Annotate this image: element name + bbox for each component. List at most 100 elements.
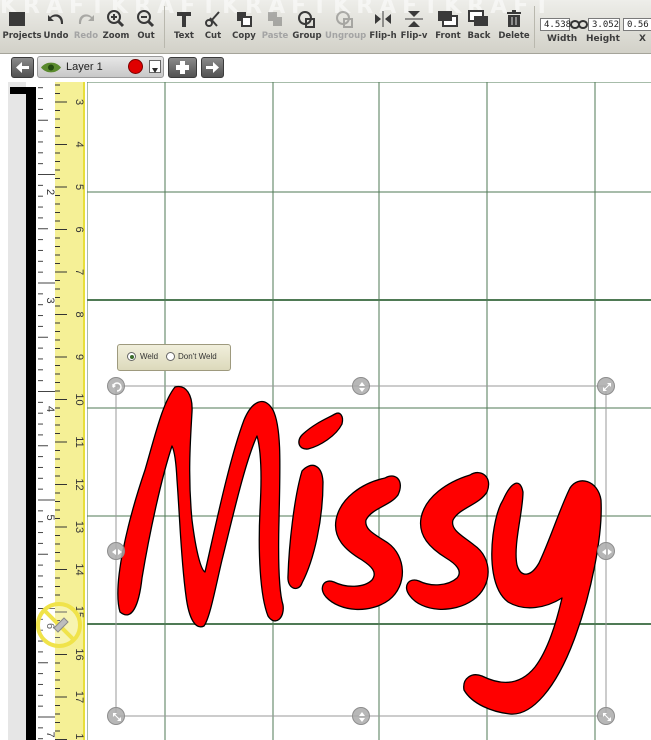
ruler-inch-label: 4 bbox=[44, 406, 56, 412]
height-input[interactable]: 3.052 bbox=[588, 18, 620, 31]
zoom-label: Zoom bbox=[102, 31, 130, 41]
paste-button[interactable]: Paste bbox=[260, 10, 290, 48]
x-input[interactable]: 0.56 bbox=[623, 18, 651, 31]
delete-button[interactable]: Delete bbox=[498, 10, 530, 48]
arrow-right-icon bbox=[206, 62, 219, 73]
flip-horizontal-button[interactable]: Flip-h bbox=[368, 10, 398, 48]
send-back-icon bbox=[468, 10, 488, 26]
flip-horizontal-icon bbox=[375, 11, 391, 27]
layer-name: Layer 1 bbox=[66, 61, 103, 73]
ungroup-button[interactable]: Ungroup bbox=[325, 10, 367, 48]
bring-front-button[interactable]: Front bbox=[433, 10, 463, 48]
chevron-down-icon bbox=[152, 68, 158, 73]
text-button[interactable]: Text bbox=[170, 10, 198, 48]
scissors-icon bbox=[205, 11, 220, 27]
undo-icon bbox=[48, 14, 64, 24]
projects-folder-icon bbox=[9, 12, 25, 26]
zoom-in-icon bbox=[107, 10, 125, 28]
ruler-cm-label: 16 bbox=[73, 648, 85, 660]
height-label: Height bbox=[586, 34, 620, 44]
ruler-cm-label: 3 bbox=[73, 99, 85, 105]
flip-v-label: Flip-v bbox=[400, 31, 428, 41]
ruler-cm-label: 14 bbox=[73, 563, 85, 575]
rotate-handle-top-left[interactable] bbox=[107, 377, 125, 395]
group-icon bbox=[298, 11, 315, 28]
next-layer-button[interactable] bbox=[201, 57, 224, 78]
plus-icon bbox=[176, 61, 189, 74]
ruler-cm-label: 4 bbox=[73, 141, 85, 147]
flip-vertical-icon bbox=[405, 11, 423, 27]
resize-handle-bottom-right[interactable] bbox=[597, 707, 615, 725]
dont-weld-radio[interactable] bbox=[166, 352, 175, 361]
redo-label: Redo bbox=[73, 31, 99, 41]
mat-grid bbox=[87, 82, 651, 740]
ungroup-icon bbox=[336, 11, 353, 28]
trash-icon bbox=[507, 10, 521, 27]
toolbar-separator bbox=[164, 6, 165, 48]
resize-diagonal-icon bbox=[603, 713, 611, 721]
ruler-cm-label: 18 bbox=[73, 733, 85, 740]
ruler-cm-label: 7 bbox=[73, 269, 85, 275]
redo-button[interactable]: Redo bbox=[71, 10, 101, 48]
arrow-vertical-icon bbox=[359, 712, 365, 722]
cut-button[interactable]: Cut bbox=[199, 10, 227, 48]
resize-diagonal-icon bbox=[603, 383, 611, 391]
bring-front-icon bbox=[438, 11, 458, 27]
eye-icon[interactable] bbox=[40, 61, 62, 74]
layer-color-swatch[interactable] bbox=[128, 59, 143, 74]
arrow-horizontal-icon bbox=[112, 549, 122, 555]
ruler-inch-label: 3 bbox=[44, 297, 56, 303]
toolbar-separator bbox=[534, 6, 535, 48]
projects-button[interactable]: y Projects bbox=[0, 10, 42, 48]
zoom-out-button[interactable]: Out bbox=[131, 10, 161, 48]
send-back-button[interactable]: Back bbox=[464, 10, 494, 48]
ruler-inch-label: 5 bbox=[44, 514, 56, 520]
ruler-cm-label: 11 bbox=[73, 436, 85, 447]
ungroup-label: Ungroup bbox=[325, 31, 367, 41]
width-input[interactable]: 4.538 bbox=[540, 18, 571, 31]
width-label: Width bbox=[547, 34, 578, 44]
copy-button[interactable]: Copy bbox=[229, 10, 259, 48]
zoom-in-button[interactable]: Zoom bbox=[101, 10, 131, 48]
arrow-vertical-icon bbox=[359, 382, 365, 392]
resize-handle-bottom[interactable] bbox=[352, 707, 370, 725]
toolbar: KRAFTKRAFTKRAFTKRAFTKRAFT y Projects Und… bbox=[0, 0, 651, 54]
ruler-cm-label: 5 bbox=[73, 184, 85, 190]
ruler-inch-label: 2 bbox=[44, 189, 56, 195]
resize-handle-top[interactable] bbox=[352, 377, 370, 395]
cut-label: Cut bbox=[204, 31, 222, 41]
layer-dropdown[interactable] bbox=[149, 60, 161, 73]
ruler-cm-label: 17 bbox=[73, 691, 85, 703]
resize-handle-left[interactable] bbox=[107, 542, 125, 560]
flip-h-label: Flip-h bbox=[369, 31, 397, 41]
dont-weld-option-label: Don't Weld bbox=[178, 352, 217, 361]
resize-handle-top-right[interactable] bbox=[597, 377, 615, 395]
chain-link-icon[interactable] bbox=[570, 19, 588, 30]
cutting-mat[interactable] bbox=[87, 82, 651, 740]
paste-icon bbox=[268, 12, 282, 26]
text-label: Text bbox=[174, 31, 194, 41]
group-button[interactable]: Group bbox=[291, 10, 323, 48]
resize-handle-right[interactable] bbox=[597, 542, 615, 560]
front-label: Front bbox=[435, 31, 461, 41]
previous-layer-button[interactable] bbox=[11, 57, 34, 78]
undo-label: Undo bbox=[43, 31, 69, 41]
weld-radio[interactable] bbox=[127, 352, 136, 361]
add-layer-button[interactable] bbox=[168, 57, 197, 78]
arrow-left-icon bbox=[16, 62, 29, 73]
delete-label: Delete bbox=[498, 31, 530, 41]
zoom-out-icon bbox=[137, 10, 155, 28]
ruler-cm-label: 13 bbox=[73, 521, 85, 533]
blade-position-marker bbox=[36, 602, 82, 648]
group-label: Group bbox=[292, 31, 322, 41]
copy-icon bbox=[237, 12, 252, 27]
ruler-cm-label: 6 bbox=[73, 226, 85, 232]
weld-option-label: Weld bbox=[140, 352, 159, 361]
copy-label: Copy bbox=[232, 31, 256, 41]
text-icon bbox=[177, 12, 191, 27]
undo-button[interactable]: Undo bbox=[41, 10, 71, 48]
resize-handle-bottom-left[interactable] bbox=[107, 707, 125, 725]
rotate-icon bbox=[112, 382, 122, 392]
redo-icon bbox=[78, 14, 94, 24]
flip-vertical-button[interactable]: Flip-v bbox=[399, 10, 429, 48]
